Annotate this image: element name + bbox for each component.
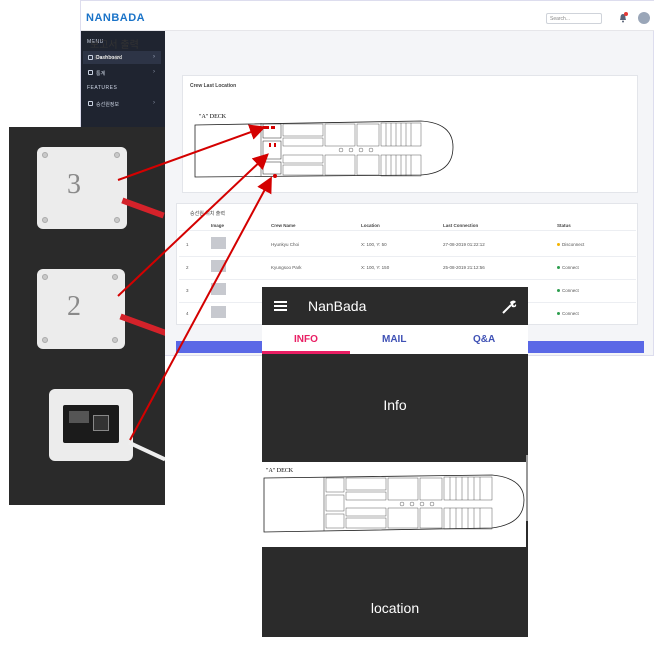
mobile-app: NanBada INFO MAIL Q&A Info "A" DECK loca… — [262, 287, 528, 637]
location-section-label: location — [370, 600, 420, 616]
active-tab-indicator — [262, 351, 350, 354]
arrow — [117, 153, 269, 297]
deck-plan-map[interactable]: "A" DECK — [262, 462, 526, 547]
tab-bar: INFO MAIL Q&A — [262, 325, 528, 354]
arrow — [117, 124, 266, 181]
deck-label: "A" DECK — [266, 468, 294, 474]
tab-qna[interactable]: Q&A — [473, 334, 495, 345]
wrench-icon[interactable] — [500, 298, 518, 316]
hamburger-menu-icon[interactable] — [274, 301, 287, 311]
scrollbar[interactable] — [526, 455, 528, 521]
tab-mail[interactable]: MAIL — [382, 334, 406, 345]
app-title: NanBada — [308, 298, 367, 314]
info-section-label: Info — [383, 397, 407, 413]
app-bar: NanBada — [262, 287, 528, 325]
tab-info[interactable]: INFO — [294, 334, 318, 345]
